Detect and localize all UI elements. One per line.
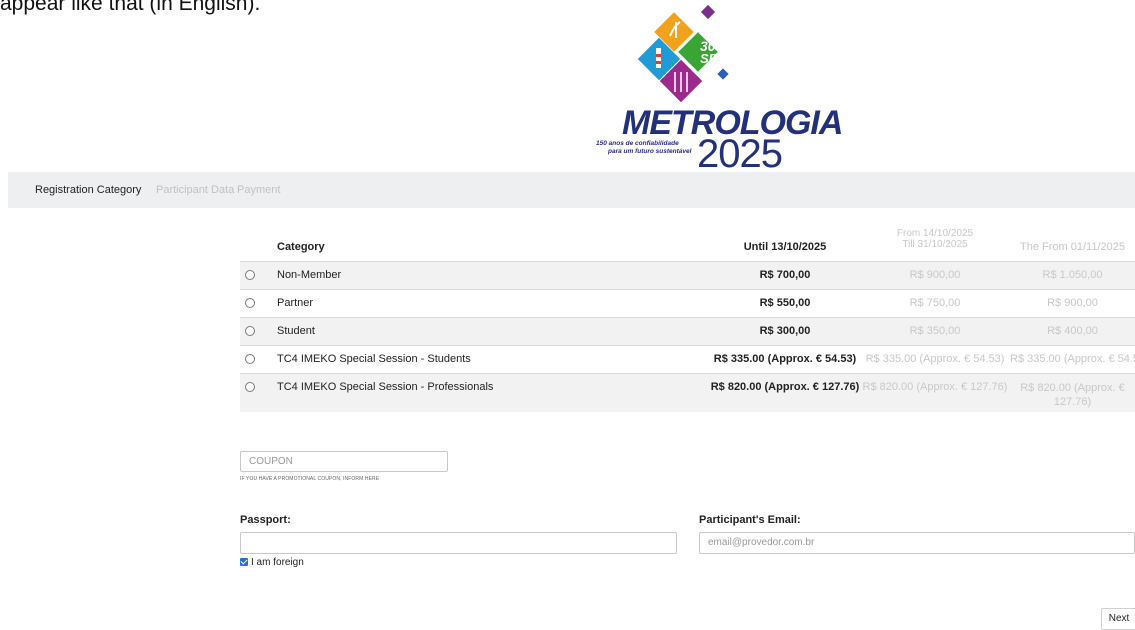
price-from: R$ 900,00 (909, 269, 961, 281)
logo-tagline-line1: 150 anos de confiabilidade (596, 140, 679, 147)
price-from: R$ 750,00 (909, 297, 961, 309)
passport-label: Passport: (240, 514, 291, 526)
foreign-checkbox-label: I am foreign (251, 557, 304, 568)
coupon-hint: IF YOU HAVE A PROMOTIONAL COUPON, INFORM… (240, 476, 380, 482)
category-radio[interactable] (245, 354, 255, 364)
logo-badge-org: SBM (700, 51, 729, 66)
category-name: TC4 IMEKO Special Session - Students (277, 353, 471, 365)
category-name: Non-Member (277, 269, 342, 281)
passport-field[interactable] (240, 532, 677, 554)
price-after: R$ 820.00 (Approx. € 127.76) (1020, 382, 1125, 408)
table-row[interactable]: Student R$ 300,00 R$ 350,00 R$ 400,00 (240, 317, 1135, 345)
foreign-checkbox-row[interactable]: I am foreign (240, 557, 304, 568)
price-from: R$ 820.00 (Approx. € 127.76) (862, 381, 1008, 393)
table-row[interactable]: Partner R$ 550,00 R$ 750,00 R$ 900,00 (240, 289, 1135, 317)
step-payment: Payment (237, 184, 281, 196)
price-after: R$ 335.00 (Approx. € 54.53) (1010, 353, 1135, 365)
header-after: The From 01/11/2025 (1020, 241, 1125, 253)
next-button[interactable]: Next (1101, 608, 1135, 630)
header-from: From 14/10/2025 Till 31/10/2025 (850, 228, 1020, 250)
logo-badge-small: ANOS (719, 43, 734, 49)
price-after: R$ 400,00 (1047, 325, 1098, 337)
step-registration-category[interactable]: Registration Category (35, 172, 141, 208)
category-name: Student (277, 325, 315, 337)
logo-tagline: 150 anos de confiabilidade para um futur… (596, 140, 706, 156)
header-category: Category (277, 241, 325, 253)
logo-tagline-line2: para um futuro sustentável (608, 148, 692, 155)
category-radio[interactable] (245, 270, 255, 280)
category-radio[interactable] (245, 326, 255, 336)
header-from-line2: Till 31/10/2025 (902, 239, 968, 250)
price-from: R$ 335.00 (Approx. € 54.53) (865, 353, 1005, 365)
logo-year: 2025 (697, 132, 783, 176)
category-radio[interactable] (245, 382, 255, 392)
table-row[interactable]: TC4 IMEKO Special Session - Professional… (240, 373, 1135, 412)
table-row[interactable]: TC4 IMEKO Special Session - Students R$ … (240, 345, 1135, 373)
email-field[interactable]: email@provedor.com.br (699, 532, 1135, 554)
category-name: TC4 IMEKO Special Session - Professional… (277, 381, 494, 393)
table-row[interactable]: Non-Member R$ 700,00 R$ 900,00 R$ 1.050,… (240, 261, 1135, 289)
page-top-text: appear like that (in English). (0, 0, 261, 15)
header-from-line1: From 14/10/2025 (896, 228, 974, 239)
step-participant-data: Participant Data (156, 184, 235, 196)
metrologia-logo: 30 ANOS SBM METROLOGIA 150 anos de confi… (590, 4, 843, 176)
logo-badge: 30 ANOS SBM (700, 39, 734, 66)
price-after: R$ 900,00 (1047, 297, 1098, 309)
coupon-input[interactable]: COUPON (240, 451, 448, 472)
price-after: R$ 1.050,00 (1042, 269, 1103, 281)
table-header: Category Until 13/10/2025 From 14/10/202… (240, 227, 1135, 261)
foreign-checkbox[interactable] (240, 558, 248, 566)
category-radio[interactable] (245, 298, 255, 308)
email-label: Participant's Email: (699, 514, 801, 526)
registration-steps: Registration Category Participant Data P… (8, 172, 1135, 208)
category-name: Partner (277, 297, 314, 309)
category-table: Category Until 13/10/2025 From 14/10/202… (240, 227, 1135, 412)
price-from: R$ 350,00 (909, 325, 961, 337)
logo-diamond-graphic (637, 4, 729, 103)
